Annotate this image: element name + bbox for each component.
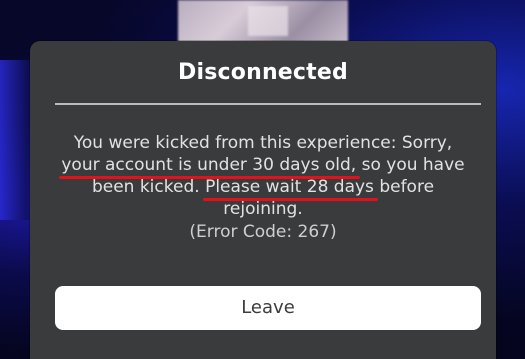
message-line-3: been kicked. Please wait 28 days before (48, 176, 478, 201)
dialog-title: Disconnected (178, 60, 348, 85)
title-divider (55, 103, 481, 105)
message-line-3-rest: before (373, 177, 435, 197)
disconnected-dialog: Disconnected You were kicked from this e… (30, 41, 496, 359)
underlined-account-age: your account is under 30 days old, (59, 155, 361, 179)
kick-message: You were kicked from this experience: So… (48, 132, 478, 243)
game-background: Disconnected You were kicked from this e… (0, 0, 525, 359)
underlined-wait-time: Please wait 28 days (203, 177, 378, 201)
message-line-1: You were kicked from this experience: So… (73, 133, 453, 153)
leave-button[interactable]: Leave (55, 286, 481, 330)
message-line-2: your account is under 30 days old, so yo… (48, 154, 478, 179)
message-line-3-start: been kicked. (91, 177, 206, 197)
message-line-2-rest: so you have (356, 155, 465, 175)
background-scene-image (178, 0, 348, 44)
message-line-4: rejoining. (223, 199, 303, 219)
error-code: (Error Code: 267) (189, 222, 337, 242)
